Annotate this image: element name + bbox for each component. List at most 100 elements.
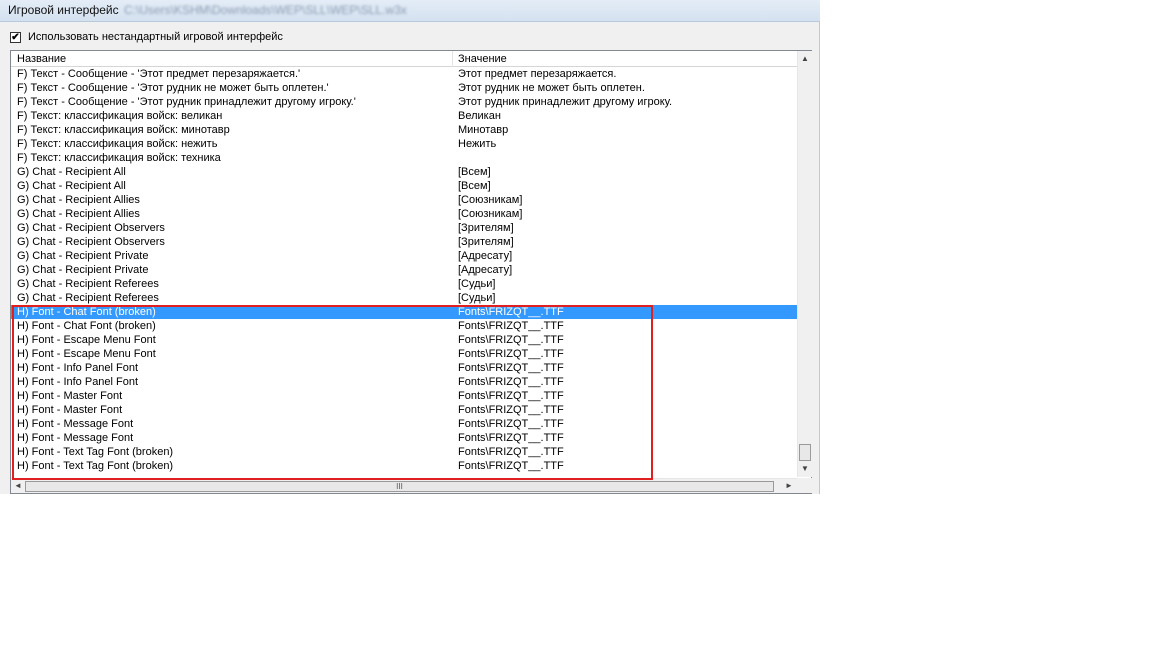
table-row[interactable]: H) Font - Chat Font (broken) Fonts\FRIZQT… [11, 319, 797, 333]
row-name-cell: G) Chat - Recipient Allies [17, 208, 140, 220]
row-value-cell: [Адресату] [458, 264, 513, 276]
row-value-cell: [Союзникам] [458, 194, 523, 206]
row-name-cell: F) Текст - Сообщение - 'Этот рудник прин… [17, 96, 356, 108]
column-header-name[interactable]: Название [17, 53, 66, 65]
scrollbar-corner [797, 478, 812, 493]
custom-interface-checkbox[interactable]: ✔ [10, 31, 21, 43]
row-value-cell: Fonts\FRIZQT__.TTF [458, 446, 564, 458]
table-row[interactable]: G) Chat - Recipient All [Всем] [11, 179, 797, 193]
row-name-cell: H) Font - Info Panel Font [17, 362, 139, 374]
row-value-cell: Fonts\FRIZQT__.TTF [458, 362, 564, 374]
scroll-left-icon[interactable]: ◄ [14, 481, 22, 490]
interface-list[interactable]: Название Значение F) Текст - Сообщение -… [10, 50, 812, 494]
scroll-up-icon[interactable]: ▲ [801, 54, 809, 63]
row-value-cell: [Судьи] [458, 278, 496, 290]
table-row[interactable]: H) Font - Chat Font (broken) Fonts\FRIZQT… [11, 305, 797, 319]
row-value-cell: Fonts\FRIZQT__.TTF [458, 432, 564, 444]
row-value-cell: Fonts\FRIZQT__.TTF [458, 306, 564, 318]
table-row[interactable]: H) Font - Master Font Fonts\FRIZQT__.TTF [11, 389, 797, 403]
scroll-right-icon[interactable]: ► [785, 481, 793, 490]
row-name-cell: F) Текст: классификация войск: нежить [17, 138, 218, 150]
game-interface-window: Игровой интерфейс C:\Users\KSHM\Download… [0, 0, 820, 494]
row-name-cell: F) Текст: классификация войск: великан [17, 110, 223, 122]
row-name-cell: H) Font - Message Font [17, 432, 134, 444]
row-value-cell: Этот предмет перезаряжается. [458, 68, 617, 80]
row-name-cell: G) Chat - Recipient Private [17, 264, 149, 276]
list-header: Название Значение [11, 51, 797, 67]
row-value-cell: [Всем] [458, 180, 491, 192]
vertical-scrollbar[interactable]: ▲ ▼ [797, 51, 812, 477]
vertical-scroll-thumb[interactable] [799, 444, 811, 461]
table-row[interactable]: G) Chat - Recipient Observers [Зрителям] [11, 221, 797, 235]
row-name-cell: H) Font - Chat Font (broken) [17, 306, 156, 318]
row-name-cell: H) Font - Text Tag Font (broken) [17, 460, 174, 472]
row-value-cell: [Судьи] [458, 292, 496, 304]
row-value-cell: [Всем] [458, 166, 491, 178]
row-name-cell: G) Chat - Recipient All [17, 180, 126, 192]
scroll-down-icon[interactable]: ▼ [801, 464, 809, 473]
table-row[interactable]: F) Текст: классификация войск: техника [11, 151, 797, 165]
column-header-value[interactable]: Значение [458, 53, 507, 65]
row-value-cell: Fonts\FRIZQT__.TTF [458, 390, 564, 402]
table-row[interactable]: H) Font - Message Font Fonts\FRIZQT__.TTF [11, 431, 797, 445]
row-value-cell: Минотавр [458, 124, 509, 136]
table-row[interactable]: G) Chat - Recipient Allies [Союзникам] [11, 193, 797, 207]
list-rows: F) Текст - Сообщение - 'Этот предмет пер… [11, 67, 797, 473]
row-name-cell: F) Текст - Сообщение - 'Этот рудник не м… [17, 82, 329, 94]
table-row[interactable]: G) Chat - Recipient Observers [Зрителям] [11, 235, 797, 249]
table-row[interactable]: H) Font - Text Tag Font (broken) Fonts\FR… [11, 459, 797, 473]
title-bar: Игровой интерфейс C:\Users\KSHM\Download… [0, 0, 820, 22]
row-value-cell: [Зрителям] [458, 236, 514, 248]
horizontal-scroll-thumb[interactable]: III [25, 481, 774, 492]
row-name-cell: G) Chat - Recipient Observers [17, 222, 165, 234]
row-value-cell: Fonts\FRIZQT__.TTF [458, 418, 564, 430]
row-name-cell: G) Chat - Recipient Observers [17, 236, 165, 248]
table-row[interactable]: H) Font - Escape Menu Font Fonts\FRIZQT__… [11, 333, 797, 347]
horizontal-scrollbar[interactable]: ◄ III ► [11, 478, 797, 493]
row-value-cell: Fonts\FRIZQT__.TTF [458, 320, 564, 332]
table-row[interactable]: G) Chat - Recipient Referees [Судьи] [11, 291, 797, 305]
row-value-cell: [Адресату] [458, 250, 513, 262]
table-row[interactable]: F) Текст: классификация войск: великан Ве… [11, 109, 797, 123]
table-row[interactable]: G) Chat - Recipient Private [Адресату] [11, 249, 797, 263]
row-value-cell: Этот рудник не может быть оплетен. [458, 82, 645, 94]
table-row[interactable]: H) Font - Info Panel Font Fonts\FRIZQT__.… [11, 375, 797, 389]
table-row[interactable]: G) Chat - Recipient Private [Адресату] [11, 263, 797, 277]
row-name-cell: H) Font - Chat Font (broken) [17, 320, 156, 332]
table-row[interactable]: G) Chat - Recipient Referees [Судьи] [11, 277, 797, 291]
row-value-cell: Нежить [458, 138, 497, 150]
row-value-cell: Fonts\FRIZQT__.TTF [458, 334, 564, 346]
row-name-cell: H) Font - Master Font [17, 404, 123, 416]
custom-interface-label: Использовать нестандартный игровой интер… [28, 31, 283, 43]
table-row[interactable]: H) Font - Info Panel Font Fonts\FRIZQT__.… [11, 361, 797, 375]
row-value-cell: Fonts\FRIZQT__.TTF [458, 460, 564, 472]
table-row[interactable]: F) Текст: классификация войск: минотавр М… [11, 123, 797, 137]
table-row[interactable]: F) Текст - Сообщение - 'Этот рудник не м… [11, 81, 797, 95]
row-name-cell: H) Font - Message Font [17, 418, 134, 430]
row-name-cell: H) Font - Text Tag Font (broken) [17, 446, 174, 458]
row-name-cell: F) Текст - Сообщение - 'Этот предмет пер… [17, 68, 301, 80]
table-row[interactable]: H) Font - Escape Menu Font Fonts\FRIZQT__… [11, 347, 797, 361]
row-name-cell: G) Chat - Recipient All [17, 166, 126, 178]
table-row[interactable]: F) Текст - Сообщение - 'Этот предмет пер… [11, 67, 797, 81]
window-file-path: C:\Users\KSHM\Downloads\WEP\SLL\WEP\SLL.… [124, 3, 407, 17]
row-value-cell: Этот рудник принадлежит другому игроку. [458, 96, 673, 108]
table-row[interactable]: H) Font - Master Font Fonts\FRIZQT__.TTF [11, 403, 797, 417]
table-row[interactable]: H) Font - Text Tag Font (broken) Fonts\FR… [11, 445, 797, 459]
table-row[interactable]: F) Текст - Сообщение - 'Этот рудник прин… [11, 95, 797, 109]
row-name-cell: H) Font - Escape Menu Font [17, 334, 156, 346]
row-value-cell: [Зрителям] [458, 222, 514, 234]
table-row[interactable]: H) Font - Message Font Fonts\FRIZQT__.TTF [11, 417, 797, 431]
window-title: Игровой интерфейс [8, 3, 119, 17]
row-name-cell: F) Текст: классификация войск: минотавр [17, 124, 230, 136]
row-name-cell: G) Chat - Recipient Allies [17, 194, 140, 206]
row-value-cell: [Союзникам] [458, 208, 523, 220]
row-name-cell: H) Font - Escape Menu Font [17, 348, 156, 360]
table-row[interactable]: G) Chat - Recipient All [Всем] [11, 165, 797, 179]
row-name-cell: G) Chat - Recipient Referees [17, 292, 159, 304]
row-value-cell: Fonts\FRIZQT__.TTF [458, 348, 564, 360]
table-row[interactable]: G) Chat - Recipient Allies [Союзникам] [11, 207, 797, 221]
custom-interface-option[interactable]: ✔ Использовать нестандартный игровой инт… [10, 29, 283, 45]
column-divider[interactable] [452, 51, 453, 67]
table-row[interactable]: F) Текст: классификация войск: нежить Неж… [11, 137, 797, 151]
